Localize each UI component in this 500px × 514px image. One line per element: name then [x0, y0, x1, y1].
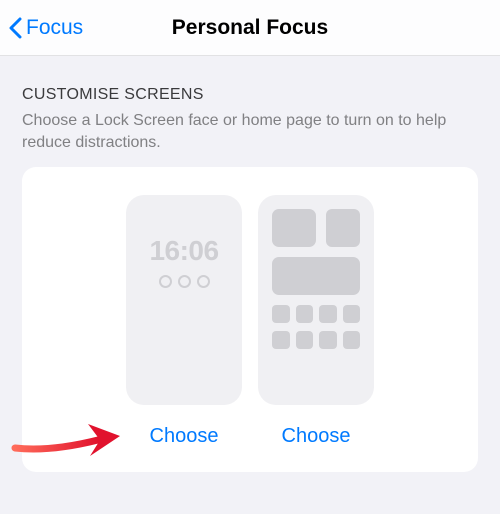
nav-bar: Focus Personal Focus: [0, 0, 500, 56]
homescreen-column: Choose: [258, 195, 374, 448]
lockscreen-column: 16:06 Choose: [126, 195, 242, 448]
chevron-left-icon: [8, 17, 22, 39]
choose-homescreen-button[interactable]: Choose: [282, 425, 351, 448]
section-header: CUSTOMISE SCREENS: [22, 86, 478, 104]
customise-card: 16:06 Choose: [22, 167, 478, 472]
back-button[interactable]: Focus: [8, 16, 83, 40]
section-description: Choose a Lock Screen face or home page t…: [22, 110, 478, 153]
homescreen-grid-icon: [258, 195, 374, 349]
back-label: Focus: [26, 16, 83, 40]
content-area: CUSTOMISE SCREENS Choose a Lock Screen f…: [0, 56, 500, 472]
lockscreen-preview[interactable]: 16:06: [126, 195, 242, 405]
page-title: Personal Focus: [172, 16, 328, 40]
choose-lockscreen-button[interactable]: Choose: [150, 425, 219, 448]
lockscreen-time: 16:06: [149, 235, 218, 267]
lockscreen-widgets-icon: [159, 275, 210, 288]
homescreen-preview[interactable]: [258, 195, 374, 405]
